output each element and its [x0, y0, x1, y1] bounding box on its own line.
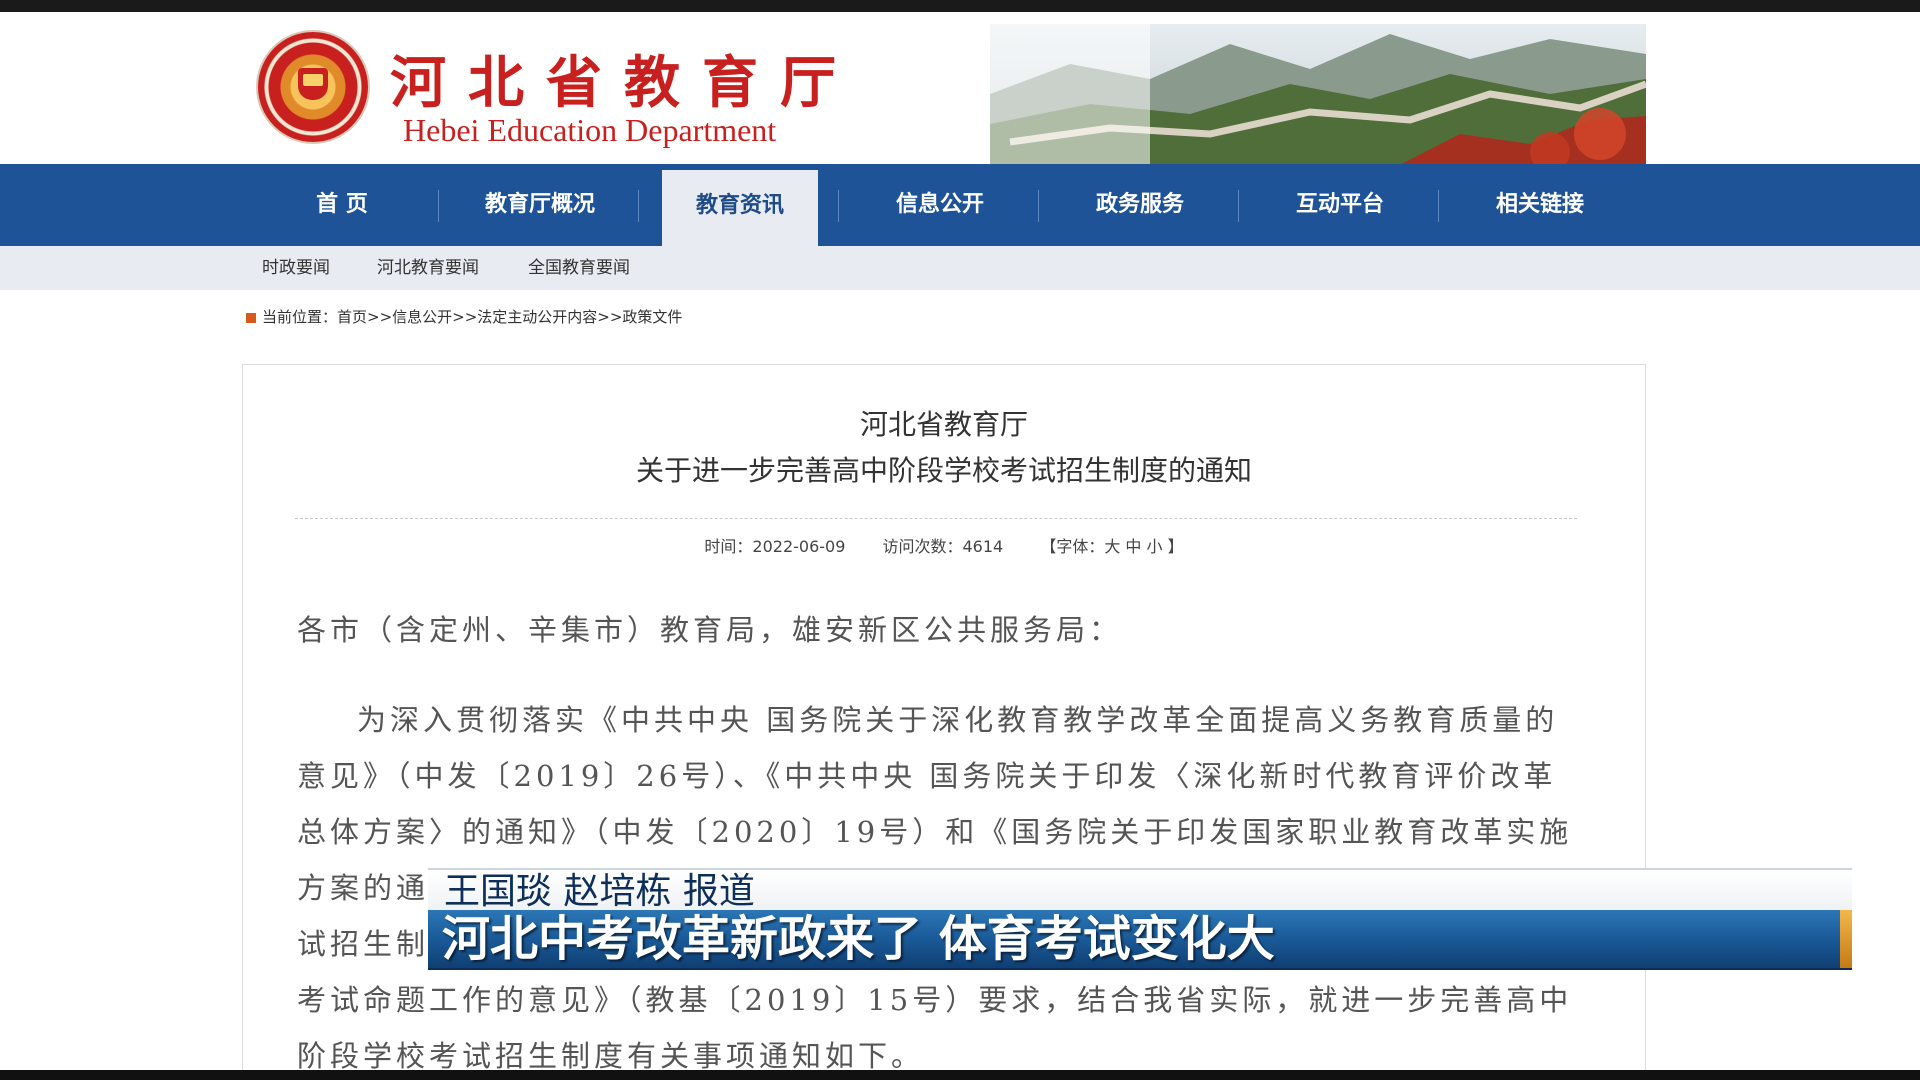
font-size-switch[interactable]: 【字体：大 中 小 】 [1040, 537, 1183, 556]
lower-third-headline-bar: 河北中考改革新政来了 体育考试变化大 [428, 910, 1852, 970]
bottom-letterbox [0, 1070, 1920, 1080]
subnav-item-national-news[interactable]: 全国教育要闻 [528, 246, 630, 290]
article-paragraph-line: 意见》（中发〔2019〕26号）、《中共中央 国务院关于印发〈深化新时代教育评价… [297, 759, 1557, 793]
nav-item-gov-services[interactable]: 政务服务 [1062, 164, 1218, 246]
article-meta: 时间：2022-06-09 访问次数：4614 【字体：大 中 小 】 [243, 533, 1645, 557]
news-headline: 河北中考改革新政来了 体育考试变化大 [442, 911, 1275, 967]
reporter-credit: 王国琰 赵培栋 报道 [444, 871, 755, 912]
article-paragraph-line: 考试命题工作的意见》（教基〔2019〕15号）要求，结合我省实际，就进一步完善高… [297, 983, 1573, 1017]
nav-item-education-news[interactable]: 教育资讯 [662, 170, 818, 246]
nav-separator [1238, 190, 1239, 222]
seal-book-emblem [298, 68, 328, 100]
location-icon [246, 312, 256, 323]
title-divider [295, 518, 1577, 519]
subnav-item-politics[interactable]: 时政要闻 [262, 246, 330, 290]
great-wall-illustration [990, 24, 1646, 170]
lower-third-reporter-bar: 王国琰 赵培栋 报道 [428, 868, 1852, 912]
breadcrumb-path[interactable]: 首页>>信息公开>>法定主动公开内容>>政策文件 [337, 308, 682, 326]
nav-separator [1038, 190, 1039, 222]
article-paragraph-line: 阶段学校考试招生制度有关事项通知如下。 [297, 1039, 925, 1073]
publish-time: 时间：2022-06-09 [704, 537, 846, 556]
visit-count: 访问次数：4614 [882, 537, 1004, 556]
nav-item-overview[interactable]: 教育厅概况 [462, 164, 618, 246]
nav-separator [438, 190, 439, 222]
article-title-line2: 关于进一步完善高中阶段学校考试招生制度的通知 [635, 454, 1252, 487]
nav-item-related-links[interactable]: 相关链接 [1462, 164, 1618, 246]
nav-separator [638, 190, 639, 222]
sub-nav: 时政要闻 河北教育要闻 全国教育要闻 [0, 246, 1920, 290]
site-header: 河北省教育厅 Hebei Education Department [0, 12, 1920, 170]
nav-item-interaction[interactable]: 互动平台 [1262, 164, 1418, 246]
nav-item-home[interactable]: 首 页 [264, 164, 420, 246]
top-letterbox [0, 0, 1920, 12]
article-paragraph-line: 总体方案〉的通知》（中发〔2020〕19号）和《国务院关于印发国家职业教育改革实… [297, 815, 1573, 849]
article-title-line1: 河北省教育厅 [859, 408, 1028, 441]
great-wall-banner-image [990, 24, 1646, 170]
nav-item-info-disclosure[interactable]: 信息公开 [862, 164, 1018, 246]
main-nav: 首 页 教育厅概况 教育资讯 信息公开 政务服务 互动平台 相关链接 [0, 164, 1920, 246]
nav-separator [1438, 190, 1439, 222]
breadcrumb-prefix: 当前位置： [262, 308, 338, 326]
subnav-item-hebei-news[interactable]: 河北教育要闻 [377, 246, 479, 290]
nav-separator [838, 190, 839, 222]
site-title-cn: 河北省教育厅 [390, 50, 858, 116]
breadcrumb: 当前位置：首页>>信息公开>>法定主动公开内容>>政策文件 [246, 304, 682, 330]
site-title-en: Hebei Education Department [403, 112, 777, 148]
article-paragraph-line: 各市（含定州、辛集市）教育局，雄安新区公共服务局： [297, 613, 1123, 647]
department-seal-logo[interactable] [258, 32, 368, 142]
article-paragraph-line: 为深入贯彻落实《中共中央 国务院关于深化教育教学改革全面提高义务教育质量的 [357, 703, 1559, 737]
